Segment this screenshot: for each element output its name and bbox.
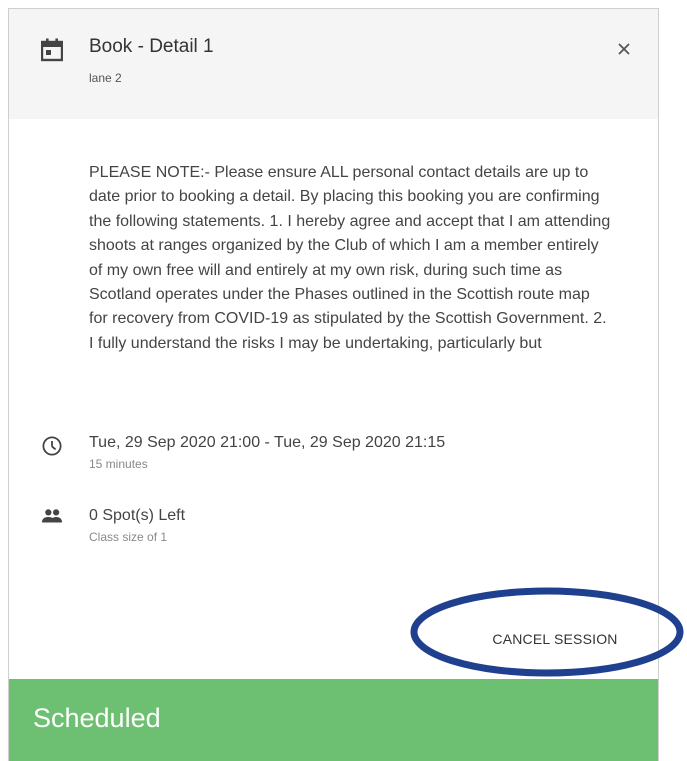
dialog-subtitle: lane 2 bbox=[89, 71, 122, 85]
screenshot-stage: Book - Detail 1 lane 2 PLEASE NOTE:- Ple… bbox=[0, 0, 687, 761]
status-label: Scheduled bbox=[33, 703, 161, 733]
status-bar: Scheduled bbox=[9, 679, 658, 761]
session-time-range: Tue, 29 Sep 2020 21:00 - Tue, 29 Sep 202… bbox=[89, 434, 446, 451]
dialog-header: Book - Detail 1 lane 2 bbox=[9, 9, 658, 119]
booking-notice-text: PLEASE NOTE:- Please ensure ALL personal… bbox=[89, 164, 611, 352]
session-spots-row: 0 Spot(s) Left Class size of 1 bbox=[41, 506, 601, 546]
dialog-title: Book - Detail 1 bbox=[89, 36, 214, 57]
calendar-icon bbox=[41, 38, 63, 62]
close-icon[interactable] bbox=[612, 37, 636, 61]
cancel-session-button[interactable]: CANCEL SESSION bbox=[475, 624, 635, 654]
session-time-row: Tue, 29 Sep 2020 21:00 - Tue, 29 Sep 202… bbox=[41, 433, 601, 473]
spots-left: 0 Spot(s) Left bbox=[89, 507, 186, 524]
clock-icon bbox=[42, 436, 62, 456]
session-duration: 15 minutes bbox=[89, 457, 148, 471]
people-icon bbox=[41, 509, 63, 523]
class-size: Class size of 1 bbox=[89, 530, 168, 544]
booking-dialog: Book - Detail 1 lane 2 PLEASE NOTE:- Ple… bbox=[8, 8, 659, 761]
notice-scroll-area[interactable]: PLEASE NOTE:- Please ensure ALL personal… bbox=[89, 161, 611, 401]
